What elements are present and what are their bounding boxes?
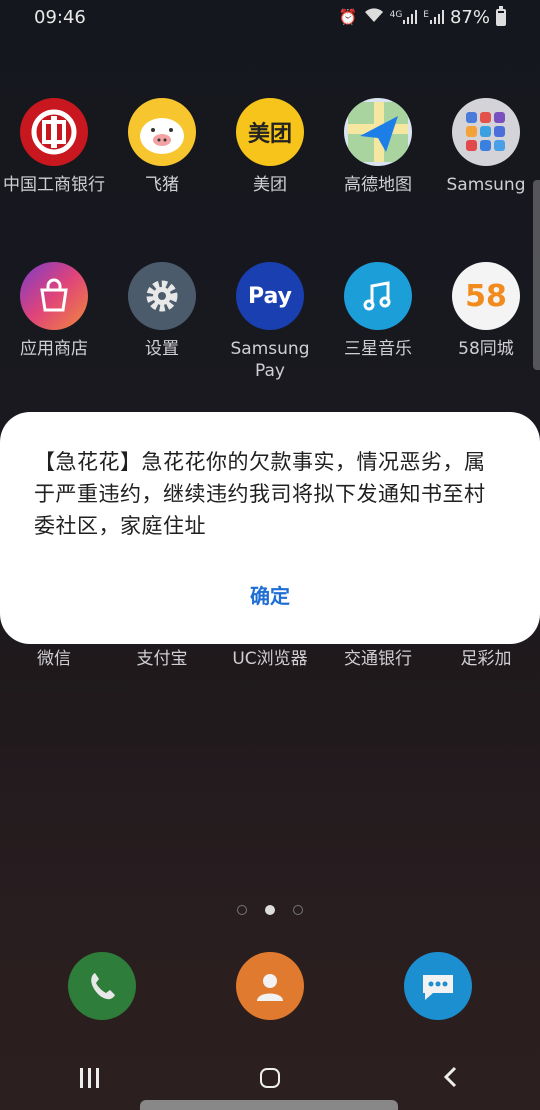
wifi-icon xyxy=(364,7,384,27)
home-button[interactable] xyxy=(210,1065,330,1095)
network-type-2: E xyxy=(423,10,429,20)
app-store-icon xyxy=(20,262,88,330)
app-app-store[interactable]: 应用商店 xyxy=(0,262,108,382)
app-label: Samsung xyxy=(446,175,526,195)
app-fliggy[interactable]: 飞猪 xyxy=(108,98,216,196)
app-samsung-folder[interactable]: Samsung xyxy=(432,98,540,196)
settings-icon xyxy=(128,262,196,330)
58-glyph: 58 xyxy=(465,278,507,314)
app-label: 足彩加 xyxy=(460,649,512,669)
samsung-pay-icon: Pay xyxy=(236,262,304,330)
fliggy-icon xyxy=(128,98,196,166)
battery-percent: 87% xyxy=(449,6,490,28)
signal-icon: 4G xyxy=(390,10,418,24)
app-label: 支付宝 xyxy=(136,649,188,669)
app-settings[interactable]: 设置 xyxy=(108,262,216,382)
app-meituan[interactable]: 美团 美团 xyxy=(216,98,324,196)
app-label: 58同城 xyxy=(458,339,514,359)
app-icbc[interactable]: 中国工商银行 xyxy=(0,98,108,196)
page-dot-active[interactable] xyxy=(265,905,275,915)
app-label: 中国工商银行 xyxy=(3,175,105,195)
amap-icon xyxy=(344,98,412,166)
music-icon xyxy=(344,262,412,330)
signal-icon-2: E xyxy=(423,10,444,24)
edge-panel-handle[interactable] xyxy=(533,180,540,370)
58-icon: 58 xyxy=(452,262,520,330)
page-indicator xyxy=(0,905,540,915)
page-dot[interactable] xyxy=(237,905,247,915)
app-label: 三星音乐 xyxy=(344,339,412,359)
ok-button[interactable]: 确定 xyxy=(0,580,540,609)
status-time: 09:46 xyxy=(34,6,86,28)
app-label: UC浏览器 xyxy=(232,649,308,669)
app-label: 美团 xyxy=(253,175,287,195)
samsung-pay-glyph: Pay xyxy=(247,283,293,309)
samsung-folder-icon xyxy=(452,98,520,166)
app-label: 应用商店 xyxy=(20,339,88,359)
recents-button[interactable] xyxy=(30,1065,150,1095)
app-samsung-pay[interactable]: Pay Samsung Pay xyxy=(216,262,324,382)
app-music[interactable]: 三星音乐 xyxy=(324,262,432,382)
phone-icon[interactable] xyxy=(68,952,136,1020)
meituan-icon: 美团 xyxy=(236,98,304,166)
battery-icon xyxy=(496,5,506,26)
status-bar: 09:46 ⏰ 4G E 87% xyxy=(0,0,540,34)
app-label: 设置 xyxy=(145,339,179,359)
app-58[interactable]: 58 58同城 xyxy=(432,262,540,382)
app-label: 微信 xyxy=(37,649,71,669)
page-dot[interactable] xyxy=(293,905,303,915)
app-label: 高德地图 xyxy=(344,175,412,195)
app-label: 飞猪 xyxy=(145,175,179,195)
messages-icon[interactable] xyxy=(404,952,472,1020)
home-indicator xyxy=(140,1100,398,1110)
alarm-icon: ⏰ xyxy=(338,8,358,26)
app-label: Samsung Pay xyxy=(230,339,310,381)
alert-dialog: 【急花花】急花花你的欠款事实，情况恶劣，属于严重违约，继续违约我司将拟下发通知书… xyxy=(0,412,540,644)
app-amap[interactable]: 高德地图 xyxy=(324,98,432,196)
home-icon xyxy=(260,1068,280,1088)
contacts-icon[interactable] xyxy=(236,952,304,1020)
back-button[interactable] xyxy=(390,1065,510,1095)
app-row-2: 应用商店 设置 Pay Samsung Pay 三星音乐 58 58同城 xyxy=(0,262,540,382)
app-row-1: 中国工商银行 飞猪 美团 美团 高德地图 Samsung xyxy=(0,98,540,196)
meituan-glyph: 美团 xyxy=(247,122,292,147)
app-label: 交通银行 xyxy=(344,649,412,669)
dialog-message: 【急花花】急花花你的欠款事实，情况恶劣，属于严重违约，继续违约我司将拟下发通知书… xyxy=(34,450,486,538)
status-icons: ⏰ 4G E 87% xyxy=(338,5,506,28)
network-type: 4G xyxy=(389,10,403,20)
icbc-icon xyxy=(20,98,88,166)
